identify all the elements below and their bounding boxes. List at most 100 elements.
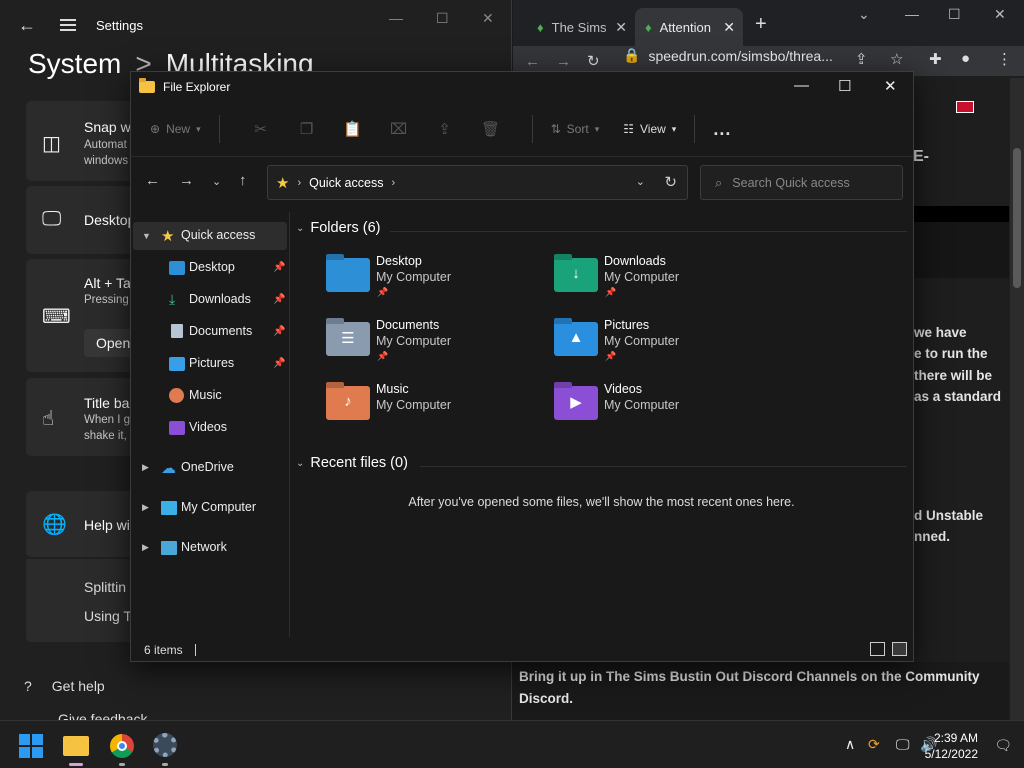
bookmark-star-icon[interactable]: ☆ bbox=[890, 50, 903, 68]
new-button[interactable]: ⊕ New ▾ bbox=[150, 122, 201, 136]
tab-the-sims[interactable]: ♦ The Sims ✕ bbox=[527, 8, 635, 46]
close-icon[interactable]: ✕ bbox=[994, 6, 1006, 23]
nav-videos[interactable]: Videos bbox=[133, 414, 287, 442]
folder-documents[interactable]: ☰ Documents My Computer 📌 bbox=[326, 318, 546, 370]
back-icon[interactable]: ← bbox=[525, 53, 540, 70]
nav-downloads[interactable]: ⤓ Downloads 📌 bbox=[133, 286, 287, 314]
pin-icon[interactable]: 📌 bbox=[273, 358, 285, 369]
network-monitor-icon[interactable]: 🖵 bbox=[896, 736, 910, 753]
view-button[interactable]: ☷ View ▾ bbox=[623, 122, 676, 136]
close-icon[interactable]: ✕ bbox=[482, 10, 494, 27]
forward-arrow-icon[interactable]: → bbox=[179, 172, 194, 189]
update-icon[interactable]: ⟳ bbox=[868, 736, 880, 753]
settings-gear-icon[interactable] bbox=[153, 733, 177, 757]
taskbar: ∧ ⟳ 🖵 🔊 2:39 AM 5/12/2022 🗨 bbox=[0, 720, 1024, 768]
show-hidden-icons-icon[interactable]: ∧ bbox=[845, 736, 855, 753]
recent-files-group-header[interactable]: ⌄ Recent files (0) bbox=[296, 455, 408, 471]
tab-search-icon[interactable]: ⌄ bbox=[858, 6, 870, 23]
collapsed-chevron-icon[interactable]: ▶ bbox=[142, 462, 149, 473]
back-arrow-icon[interactable]: ← bbox=[18, 15, 38, 36]
nav-desktop[interactable]: Desktop 📌 bbox=[133, 254, 287, 282]
music-folder-icon: ♪ bbox=[326, 386, 370, 420]
reload-icon[interactable]: ↻ bbox=[587, 52, 600, 70]
notifications-icon[interactable]: 🗨 bbox=[994, 737, 1012, 754]
copy-icon[interactable]: ❐ bbox=[284, 120, 330, 138]
share-icon[interactable]: ⇪ bbox=[855, 50, 868, 68]
nav-label: Quick access bbox=[181, 228, 256, 242]
nav-documents[interactable]: Documents 📌 bbox=[133, 318, 287, 346]
pin-icon[interactable]: 📌 bbox=[273, 294, 285, 305]
give-feedback-link[interactable]: Give feedback bbox=[58, 711, 148, 720]
profile-icon[interactable]: ● bbox=[961, 50, 970, 67]
nav-quick-access[interactable]: ▼ ★ Quick access bbox=[133, 222, 287, 250]
up-arrow-icon[interactable]: ↑ bbox=[239, 172, 247, 189]
collapsed-chevron-icon[interactable]: ▶ bbox=[142, 502, 149, 513]
file-explorer-taskbar-icon[interactable] bbox=[63, 736, 89, 756]
address-dropdown-icon[interactable]: ⌄ bbox=[636, 175, 645, 188]
breadcrumb-chevron-icon[interactable]: › bbox=[297, 177, 301, 189]
search-box[interactable]: ⌕ Search Quick access bbox=[700, 165, 903, 200]
help-link[interactable]: Using T bbox=[84, 608, 132, 624]
minimize-icon[interactable]: — bbox=[389, 10, 403, 26]
paste-icon[interactable]: 📋 bbox=[330, 120, 376, 138]
folder-videos[interactable]: ▶ Videos My Computer bbox=[554, 382, 774, 434]
chrome-icon[interactable] bbox=[110, 734, 134, 758]
maximize-icon[interactable]: ☐ bbox=[436, 10, 449, 27]
menu-dots-icon[interactable]: ⋮ bbox=[997, 50, 1012, 68]
recent-locations-icon[interactable]: ⌄ bbox=[212, 175, 221, 188]
folder-location: My Computer bbox=[376, 334, 452, 348]
tab-attention[interactable]: ♦ Attention ✕ bbox=[635, 8, 743, 46]
back-arrow-icon[interactable]: ← bbox=[145, 172, 160, 189]
close-tab-icon[interactable]: ✕ bbox=[615, 19, 627, 36]
nav-network[interactable]: ▶ Network bbox=[133, 534, 287, 562]
pin-icon[interactable]: 📌 bbox=[273, 326, 285, 337]
get-help-link[interactable]: ? Get help bbox=[24, 678, 105, 694]
details-view-icon[interactable] bbox=[870, 642, 885, 656]
cut-icon[interactable]: ✂ bbox=[238, 120, 284, 138]
uk-flag-icon[interactable] bbox=[956, 101, 974, 113]
start-windows-icon[interactable] bbox=[19, 734, 43, 758]
share-icon[interactable]: ⇪ bbox=[422, 120, 468, 138]
nav-onedrive[interactable]: ▶ ☁ OneDrive bbox=[133, 454, 287, 482]
see-more-button[interactable]: ... bbox=[713, 119, 731, 140]
nav-music[interactable]: Music bbox=[133, 382, 287, 410]
address-bar[interactable]: 🔒 speedrun.com/simsbo/threa... bbox=[623, 47, 833, 64]
maximize-icon[interactable]: ☐ bbox=[948, 6, 961, 23]
extensions-icon[interactable]: ✚ bbox=[929, 50, 942, 68]
folder-pictures[interactable]: ▲ Pictures My Computer 📌 bbox=[554, 318, 774, 370]
address-location[interactable]: Quick access bbox=[309, 176, 383, 190]
collapsed-chevron-icon[interactable]: ▶ bbox=[142, 542, 149, 553]
minimize-icon[interactable]: — bbox=[905, 6, 919, 22]
breadcrumb-chevron-icon[interactable]: › bbox=[391, 177, 395, 189]
maximize-icon[interactable]: ☐ bbox=[838, 77, 851, 95]
expanded-chevron-icon[interactable]: ▼ bbox=[142, 231, 151, 241]
forward-icon[interactable]: → bbox=[556, 53, 571, 70]
help-link[interactable]: Splittin bbox=[84, 579, 126, 595]
close-tab-icon[interactable]: ✕ bbox=[723, 19, 735, 36]
plumbob-icon: ♦ bbox=[645, 19, 652, 35]
folder-downloads[interactable]: ↓ Downloads My Computer 📌 bbox=[554, 254, 774, 306]
folder-music[interactable]: ♪ Music My Computer bbox=[326, 382, 546, 434]
hamburger-menu-icon[interactable] bbox=[60, 19, 76, 31]
folder-desktop[interactable]: Desktop My Computer 📌 bbox=[326, 254, 546, 306]
network-icon bbox=[161, 541, 177, 555]
pin-icon[interactable]: 📌 bbox=[273, 262, 285, 273]
delete-icon[interactable]: 🗑 bbox=[468, 120, 514, 138]
new-tab-icon[interactable]: + bbox=[755, 13, 767, 36]
close-icon[interactable]: ✕ bbox=[884, 77, 897, 95]
chrome-center bbox=[117, 741, 127, 751]
folders-group-header[interactable]: ⌄ Folders (6) bbox=[296, 220, 381, 236]
nav-pictures[interactable]: Pictures 📌 bbox=[133, 350, 287, 378]
nav-my-computer[interactable]: ▶ My Computer bbox=[133, 494, 287, 522]
scrollbar-thumb[interactable] bbox=[1013, 148, 1021, 288]
minimize-icon[interactable]: — bbox=[794, 77, 809, 94]
sort-button[interactable]: ⇅ Sort ▾ bbox=[551, 122, 600, 136]
large-icons-view-icon[interactable] bbox=[892, 642, 907, 656]
nav-label: Desktop bbox=[189, 260, 235, 274]
breadcrumb-system[interactable]: System bbox=[28, 48, 121, 80]
refresh-icon[interactable]: ↻ bbox=[664, 173, 677, 191]
rename-icon[interactable]: ⌧ bbox=[376, 120, 422, 138]
address-bar[interactable]: ★ › Quick access › ⌄ ↻ bbox=[267, 165, 688, 200]
page-scrollbar[interactable] bbox=[1010, 78, 1024, 720]
clock[interactable]: 2:39 AM 5/12/2022 bbox=[925, 730, 978, 762]
